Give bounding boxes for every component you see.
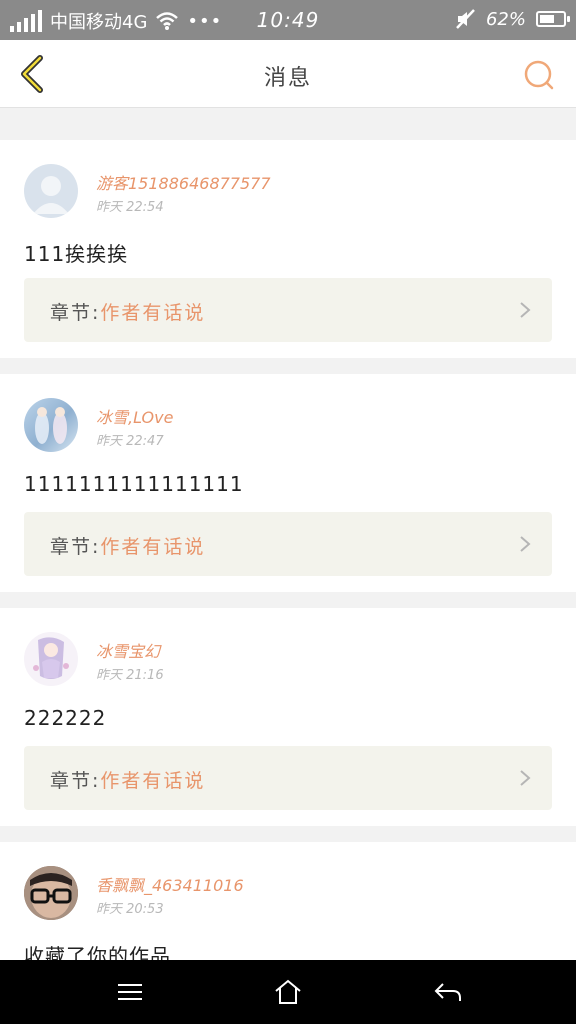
back-nav-button[interactable] [428,976,468,1008]
username[interactable]: 香飘飘_463411016 [96,872,244,896]
message-text: 111挨挨挨 [24,242,129,266]
message-list[interactable]: 游客15188646877577 昨天 22:54 111挨挨挨 章节:作者有话… [0,108,576,960]
message-time: 昨天 22:47 [96,434,164,449]
message-card: 冰雪宝幻 昨天 21:16 222222 章节:作者有话说 [0,608,576,826]
home-icon [275,979,301,1004]
avatar[interactable] [24,164,78,218]
page-title: 消息 [263,66,312,91]
home-button[interactable] [268,976,308,1008]
chapter-link[interactable]: 章节:作者有话说 [24,746,552,810]
username[interactable]: 游客15188646877577 [96,170,271,194]
chevron-right-icon [520,302,531,318]
chapter-link[interactable]: 章节:作者有话说 [24,278,552,342]
status-right: 62% [454,8,570,30]
message-time: 昨天 22:54 [96,200,164,215]
back-icon [434,983,461,1001]
mute-icon [456,9,475,29]
message-time: 昨天 21:16 [96,668,164,683]
message-card: 冰雪,LOve 昨天 22:47 1111111111111111 章节:作者有… [0,374,576,592]
chapter-title: 作者有话说 [100,536,206,558]
message-card: 游客15188646877577 昨天 22:54 111挨挨挨 章节:作者有话… [0,140,576,358]
avatar[interactable] [24,632,78,686]
menu-icon [118,984,142,1000]
username[interactable]: 冰雪,LOve [96,404,173,428]
chapter-label: 章节: [50,302,101,324]
avatar[interactable] [24,398,78,452]
avatar[interactable] [24,866,78,920]
avatar-image [24,866,78,920]
chevron-right-icon [520,770,531,786]
message-text: 收藏了你的作品 [24,944,171,960]
message-card: 香飘飘_463411016 昨天 20:53 收藏了你的作品 [0,842,576,960]
avatar-image [33,637,69,679]
message-text: 222222 [24,706,107,730]
message-text: 1111111111111111 [24,472,244,496]
battery-icon [536,11,570,27]
chevron-right-icon [520,536,531,552]
chapter-label: 章节: [50,536,101,558]
search-icon[interactable] [522,58,556,92]
chapter-label: 章节: [50,770,101,792]
system-nav-bar [0,960,576,1024]
default-user-icon [33,176,69,214]
username[interactable]: 冰雪宝幻 [96,638,160,662]
chapter-title: 作者有话说 [100,770,206,792]
chapter-link[interactable]: 章节:作者有话说 [24,512,552,576]
status-bar: 中国移动4G ••• 10:49 62% [0,0,576,40]
avatar-image [35,407,67,444]
message-time: 昨天 20:53 [96,902,164,917]
battery-percent: 62% [485,8,526,30]
menu-button[interactable] [110,976,150,1008]
chapter-title: 作者有话说 [100,302,206,324]
header: 消息 [0,40,576,108]
